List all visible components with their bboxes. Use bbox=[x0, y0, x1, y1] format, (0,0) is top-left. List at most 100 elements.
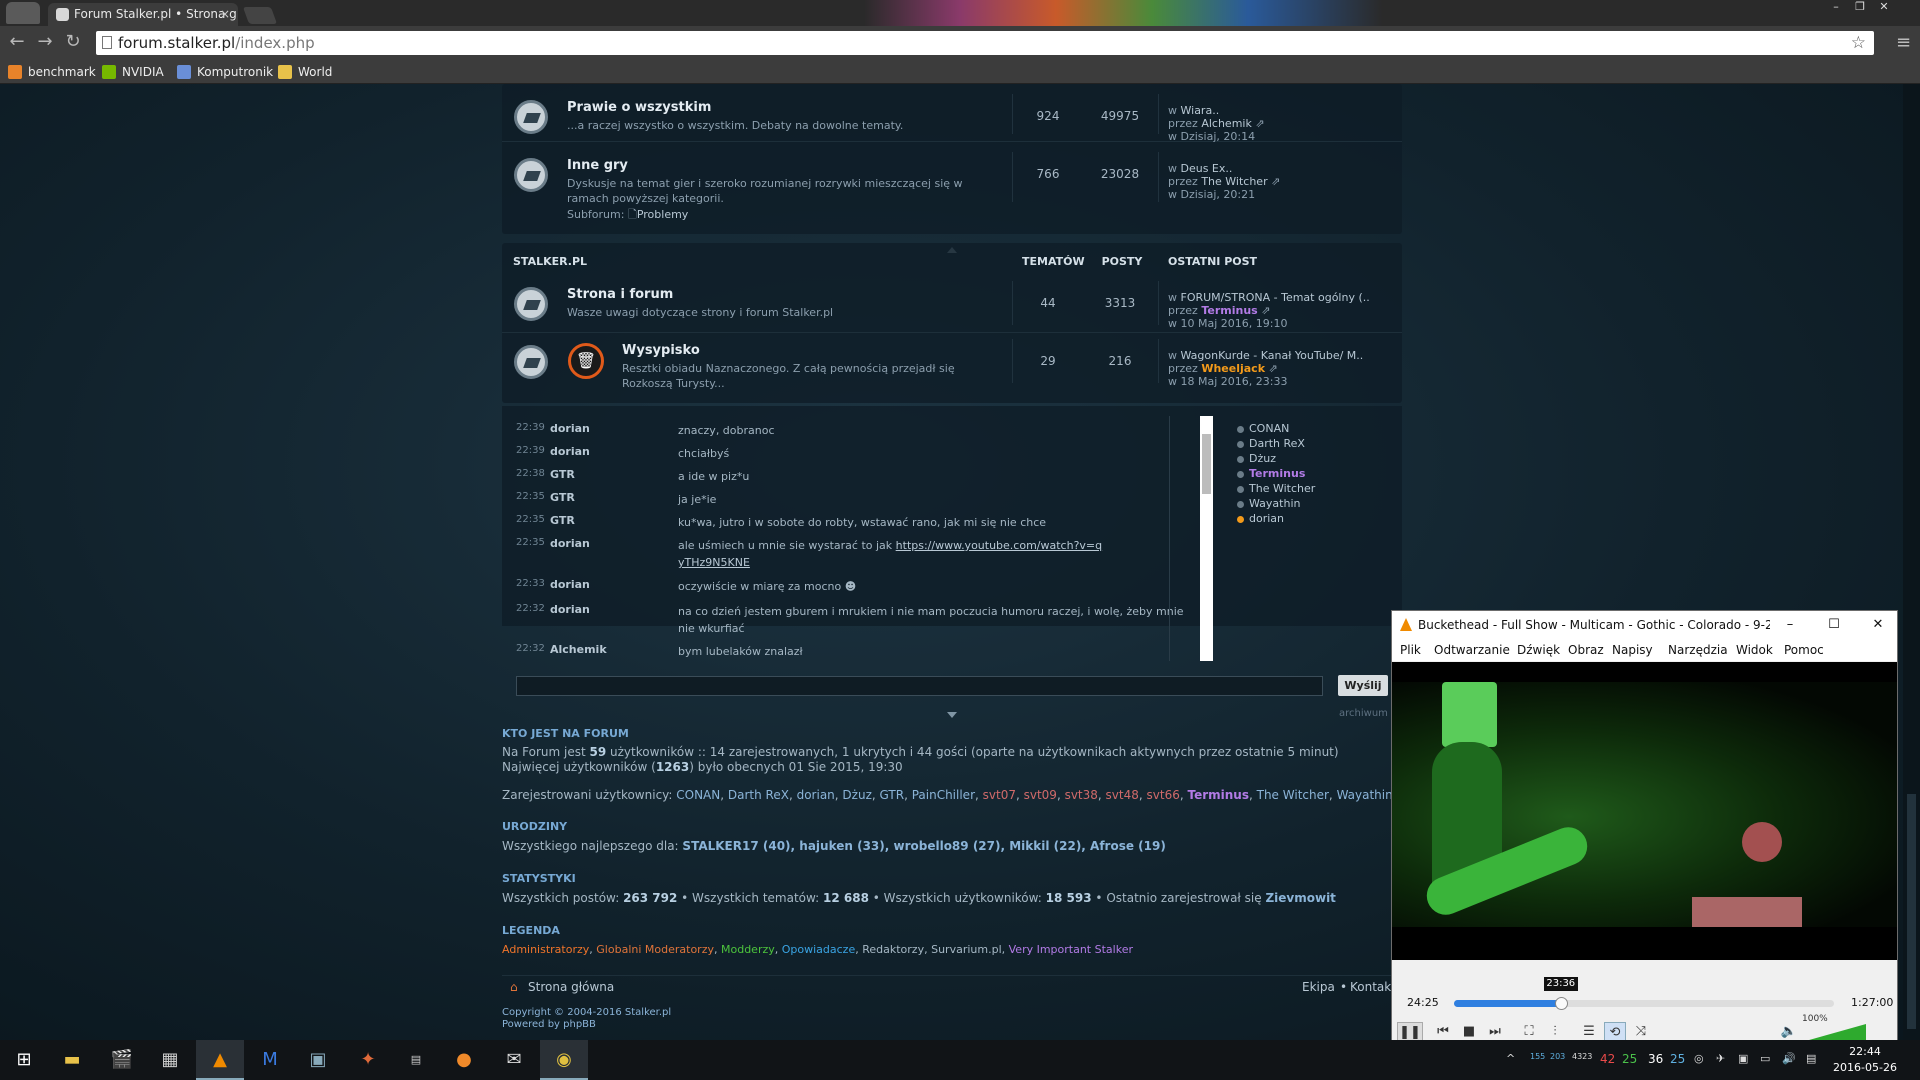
chat-nick[interactable]: dorian bbox=[550, 445, 590, 458]
user-link[interactable]: svt48 bbox=[1106, 788, 1139, 802]
home-link[interactable]: Strona główna bbox=[528, 980, 614, 994]
vlc-titlebar[interactable]: Buckethead - Full Show - Multicam - Goth… bbox=[1392, 611, 1897, 639]
group-link[interactable]: Very Important Stalker bbox=[1009, 943, 1133, 956]
minimize-icon[interactable]: – bbox=[1824, 0, 1848, 16]
group-link[interactable]: Administratorzy bbox=[502, 943, 589, 956]
reload-icon[interactable]: ↻ bbox=[62, 31, 84, 53]
group-link[interactable]: Redaktorzy bbox=[862, 943, 924, 956]
previous-icon[interactable]: ⏮ bbox=[1432, 1022, 1454, 1042]
online-user[interactable]: dorian bbox=[1237, 512, 1284, 525]
vlc-menu-item[interactable]: Obraz bbox=[1568, 643, 1604, 657]
vlc-maximize-icon[interactable]: ☐ bbox=[1814, 611, 1854, 639]
chat-nick[interactable]: dorian bbox=[550, 537, 590, 550]
fullscreen-icon[interactable]: ⛶ bbox=[1518, 1022, 1540, 1042]
send-button[interactable]: Wyślij bbox=[1338, 675, 1388, 696]
user-link[interactable]: PainChiller bbox=[912, 788, 975, 802]
tray-chevron-icon[interactable]: ^ bbox=[1506, 1052, 1515, 1065]
vlc-menu-item[interactable]: Widok bbox=[1736, 643, 1773, 657]
firefox-icon[interactable]: ● bbox=[440, 1040, 488, 1080]
tray-icon[interactable]: ✈ bbox=[1716, 1052, 1725, 1065]
file-explorer-icon[interactable]: ▬ bbox=[48, 1040, 96, 1080]
pause-icon[interactable]: ❚❚ bbox=[1397, 1022, 1423, 1042]
bookmark-world[interactable]: World bbox=[278, 64, 332, 80]
last-post-user[interactable]: Wheeljack bbox=[1201, 362, 1265, 375]
group-link[interactable]: Opowiadacze bbox=[782, 943, 855, 956]
app-icon[interactable]: ▦ bbox=[146, 1040, 194, 1080]
seek-handle[interactable] bbox=[1554, 997, 1568, 1010]
address-bar[interactable]: forum.stalker.pl/index.php ☆ bbox=[96, 31, 1874, 55]
speaker-icon[interactable]: 🔈 bbox=[1778, 1022, 1800, 1042]
user-link[interactable]: GTR bbox=[880, 788, 905, 802]
user-link[interactable]: dorian bbox=[797, 788, 835, 802]
loop-icon[interactable]: ⟲ bbox=[1604, 1022, 1626, 1042]
app-icon[interactable]: ▤ bbox=[392, 1040, 440, 1080]
who-heading[interactable]: KTO JEST NA FORUM bbox=[502, 727, 629, 740]
forum-row[interactable]: 🗑 Wysypisko Resztki obiadu Naznaczonego.… bbox=[502, 333, 1402, 395]
bookmark-komputronik[interactable]: Komputronik bbox=[177, 64, 273, 80]
forum-row[interactable]: Prawie o wszystkim ...a raczej wszystko … bbox=[502, 84, 1402, 143]
notifications-icon[interactable]: ▤ bbox=[1806, 1052, 1816, 1065]
back-icon[interactable]: ← bbox=[6, 31, 28, 53]
bookmark-star-icon[interactable]: ☆ bbox=[1851, 31, 1866, 55]
start-icon[interactable]: ⊞ bbox=[0, 1040, 48, 1080]
forum-row[interactable]: Strona i forum Wasze uwagi dotyczące str… bbox=[502, 275, 1402, 333]
last-post-topic[interactable]: WagonKurde - Kanał YouTube/ M.. bbox=[1181, 349, 1364, 362]
chat-nick[interactable]: dorian bbox=[550, 422, 590, 435]
vlc-menu-item[interactable]: Napisy bbox=[1612, 643, 1653, 657]
chat-nick[interactable]: dorian bbox=[550, 578, 590, 591]
online-user[interactable]: CONAN bbox=[1237, 422, 1289, 435]
vlc-menu-item[interactable]: Dźwięk bbox=[1517, 643, 1560, 657]
site-link[interactable]: Stalker.pl bbox=[625, 1007, 671, 1018]
goto-post-icon[interactable]: ⇗ bbox=[1269, 362, 1278, 375]
bookmark-benchmark[interactable]: benchmark bbox=[8, 64, 96, 80]
birthday-users[interactable]: STALKER17 (40), hajuken (33), wrobello89… bbox=[682, 839, 1165, 853]
steam-icon[interactable]: ◎ bbox=[1694, 1052, 1704, 1065]
mail-icon[interactable]: ✉ bbox=[490, 1040, 538, 1080]
online-user[interactable]: The Witcher bbox=[1237, 482, 1315, 495]
last-post-user[interactable]: Terminus bbox=[1201, 304, 1257, 317]
tab-close-icon[interactable]: × bbox=[220, 3, 230, 26]
save-app-icon[interactable]: ▣ bbox=[294, 1040, 342, 1080]
goto-post-icon[interactable]: ⇗ bbox=[1261, 304, 1270, 317]
last-post-topic[interactable]: Deus Ex.. bbox=[1181, 162, 1233, 175]
restore-icon[interactable]: ❐ bbox=[1848, 0, 1872, 16]
group-link[interactable]: Survarium.pl bbox=[931, 943, 1002, 956]
chat-nick[interactable]: dorian bbox=[550, 603, 590, 616]
vlc-minimize-icon[interactable]: – bbox=[1770, 611, 1810, 639]
browser-menu-icon[interactable]: ≡ bbox=[1896, 32, 1911, 53]
video-area[interactable] bbox=[1392, 662, 1897, 960]
goto-post-icon[interactable]: ⇗ bbox=[1255, 117, 1264, 130]
tab-forum[interactable]: Forum Stalker.pl • Strona g × bbox=[48, 3, 238, 26]
subforum-link[interactable]: Problemy bbox=[637, 208, 688, 221]
goto-post-icon[interactable]: ⇗ bbox=[1271, 175, 1280, 188]
video-editor-icon[interactable]: 🎬 bbox=[98, 1040, 146, 1080]
chat-scrollbar-thumb[interactable] bbox=[1202, 434, 1211, 494]
tray-icon[interactable]: ▣ bbox=[1738, 1052, 1748, 1065]
online-user[interactable]: Wayathin bbox=[1237, 497, 1300, 510]
expand-arrow-icon[interactable] bbox=[947, 712, 957, 718]
user-link[interactable]: svt07 bbox=[983, 788, 1016, 802]
user-link[interactable]: Darth ReX bbox=[728, 788, 789, 802]
volume-icon[interactable]: 🔊 bbox=[1782, 1052, 1796, 1065]
network-icon[interactable]: ▭ bbox=[1760, 1052, 1770, 1065]
user-link[interactable]: Wayathin bbox=[1337, 788, 1393, 802]
user-link[interactable]: Dżuz bbox=[842, 788, 871, 802]
forum-title[interactable]: Wysypisko bbox=[622, 343, 700, 358]
last-post-topic[interactable]: Wiara.. bbox=[1181, 104, 1220, 117]
last-post-user[interactable]: Alchemik bbox=[1201, 117, 1252, 130]
forum-title[interactable]: Prawie o wszystkim bbox=[567, 100, 711, 115]
chat-nick[interactable]: GTR bbox=[550, 514, 575, 527]
app-icon[interactable]: ✦ bbox=[344, 1040, 392, 1080]
vlc-menu-item[interactable]: Odtwarzanie bbox=[1434, 643, 1510, 657]
user-link[interactable]: svt66 bbox=[1147, 788, 1180, 802]
vlc-menu-item[interactable]: Narzędzia bbox=[1668, 643, 1728, 657]
user-link[interactable]: CONAN bbox=[676, 788, 720, 802]
archive-link[interactable]: archiwum bbox=[1339, 708, 1388, 719]
group-link[interactable]: Modderzy bbox=[721, 943, 775, 956]
chat-nick[interactable]: GTR bbox=[550, 491, 575, 504]
stop-icon[interactable]: ■ bbox=[1458, 1022, 1480, 1042]
new-tab-button[interactable] bbox=[242, 7, 278, 24]
malwarebytes-icon[interactable]: M bbox=[246, 1040, 294, 1080]
user-link[interactable]: svt38 bbox=[1065, 788, 1098, 802]
group-link[interactable]: Globalni Moderatorzy bbox=[596, 943, 714, 956]
